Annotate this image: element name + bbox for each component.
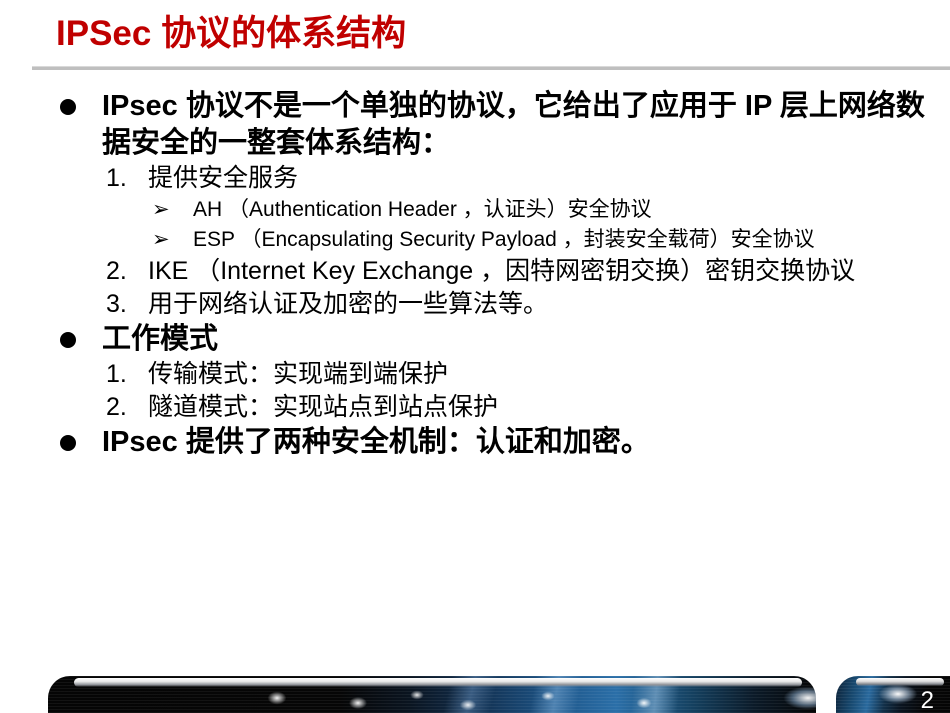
bullet-item-2: 工作模式 bbox=[0, 321, 950, 358]
list-item-3: 3. 用于网络认证及加密的一些算法等。 bbox=[0, 288, 950, 321]
slide-canvas: IPSec 协议的体系结构 IPsec 协议不是一个单独的协议，它给出了应用于 … bbox=[0, 0, 950, 713]
bullet-dot-icon bbox=[60, 332, 76, 348]
mode-item-1: 1. 传输模式：实现端到端保护 bbox=[0, 358, 950, 391]
bullet-item-3: IPsec 提供了两种安全机制：认证和加密。 bbox=[0, 424, 950, 461]
mode-item-1-number: 1. bbox=[106, 360, 127, 388]
sub-list-item-esp-text: ESP （Encapsulating Security Payload ，封装安… bbox=[193, 228, 815, 251]
list-item-1: 1. 提供安全服务 bbox=[0, 162, 950, 195]
slide-body: IPsec 协议不是一个单独的协议，它给出了应用于 IP 层上网络数据安全的一整… bbox=[0, 88, 950, 461]
mode-item-2-number: 2. bbox=[106, 393, 127, 421]
arrow-bullet-icon: ➢ bbox=[152, 228, 170, 251]
page-title: IPSec 协议的体系结构 bbox=[56, 14, 407, 53]
sub-list-item-esp: ➢ ESP （Encapsulating Security Payload ，封… bbox=[0, 225, 950, 255]
bullet-item-3-text: IPsec 提供了两种安全机制：认证和加密。 bbox=[102, 426, 650, 458]
bullet-dot-icon bbox=[60, 435, 76, 451]
footer-bar-gloss bbox=[74, 678, 802, 687]
page-number-plate: 2 bbox=[836, 676, 950, 713]
mode-item-2-text: 隧道模式：实现站点到站点保护 bbox=[148, 393, 499, 421]
mode-item-1-text: 传输模式：实现端到端保护 bbox=[148, 360, 449, 388]
list-item-3-number: 3. bbox=[106, 290, 127, 318]
list-item-2: 2. IKE （Internet Key Exchange ，因特网密钥交换）密… bbox=[0, 255, 950, 288]
slide-title-area: IPSec 协议的体系结构 bbox=[0, 0, 950, 70]
list-item-2-number: 2. bbox=[106, 257, 127, 285]
mode-item-2: 2. 隧道模式：实现站点到站点保护 bbox=[0, 391, 950, 424]
arrow-bullet-icon: ➢ bbox=[152, 198, 170, 221]
bullet-item-2-text: 工作模式 bbox=[102, 323, 219, 355]
sub-list-item-ah: ➢ AH （Authentication Header ，认证头）安全协议 bbox=[0, 195, 950, 225]
sub-list-item-ah-text: AH （Authentication Header ，认证头）安全协议 bbox=[193, 198, 652, 221]
title-divider bbox=[32, 66, 950, 70]
bullet-item-1-text: IPsec 协议不是一个单独的协议，它给出了应用于 IP 层上网络数据安全的一整… bbox=[102, 90, 925, 159]
bullet-item-1: IPsec 协议不是一个单独的协议，它给出了应用于 IP 层上网络数据安全的一整… bbox=[0, 88, 950, 162]
footer-decoration-bar bbox=[48, 676, 816, 713]
page-number: 2 bbox=[920, 687, 934, 713]
list-item-2-text: IKE （Internet Key Exchange ，因特网密钥交换）密钥交换… bbox=[148, 257, 856, 285]
list-item-1-number: 1. bbox=[106, 164, 127, 192]
list-item-3-text: 用于网络认证及加密的一些算法等。 bbox=[148, 290, 549, 318]
page-plate-gloss bbox=[856, 678, 944, 686]
list-item-1-text: 提供安全服务 bbox=[148, 164, 299, 192]
bullet-dot-icon bbox=[60, 99, 76, 115]
